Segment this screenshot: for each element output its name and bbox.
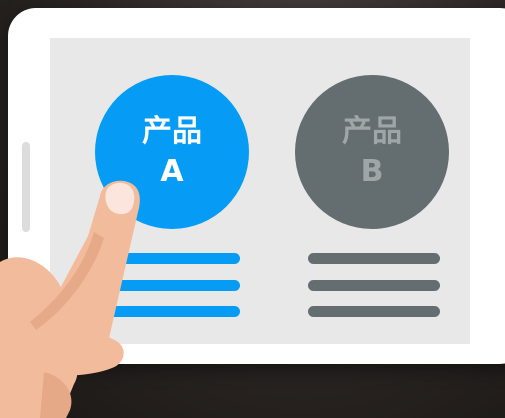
tablet-side-button bbox=[22, 142, 30, 232]
product-b-detail-line bbox=[308, 306, 440, 317]
product-a-detail-line bbox=[108, 306, 240, 317]
product-a-detail-line bbox=[108, 280, 240, 291]
product-a-label-line2: A bbox=[160, 154, 184, 189]
product-b-detail-line bbox=[308, 280, 440, 291]
product-a-button[interactable]: 产品 A bbox=[95, 75, 249, 229]
tablet-device: 产品 A 产品 B bbox=[8, 8, 505, 364]
product-b-button[interactable]: 产品 B bbox=[295, 75, 449, 229]
product-a-label-line1: 产品 bbox=[142, 114, 202, 149]
product-b-label-line1: 产品 bbox=[342, 114, 402, 149]
product-b-detail-line bbox=[308, 253, 440, 264]
product-a-detail-line bbox=[108, 253, 240, 264]
product-b-label-line2: B bbox=[360, 154, 384, 189]
tablet-screen: 产品 A 产品 B bbox=[50, 38, 470, 344]
